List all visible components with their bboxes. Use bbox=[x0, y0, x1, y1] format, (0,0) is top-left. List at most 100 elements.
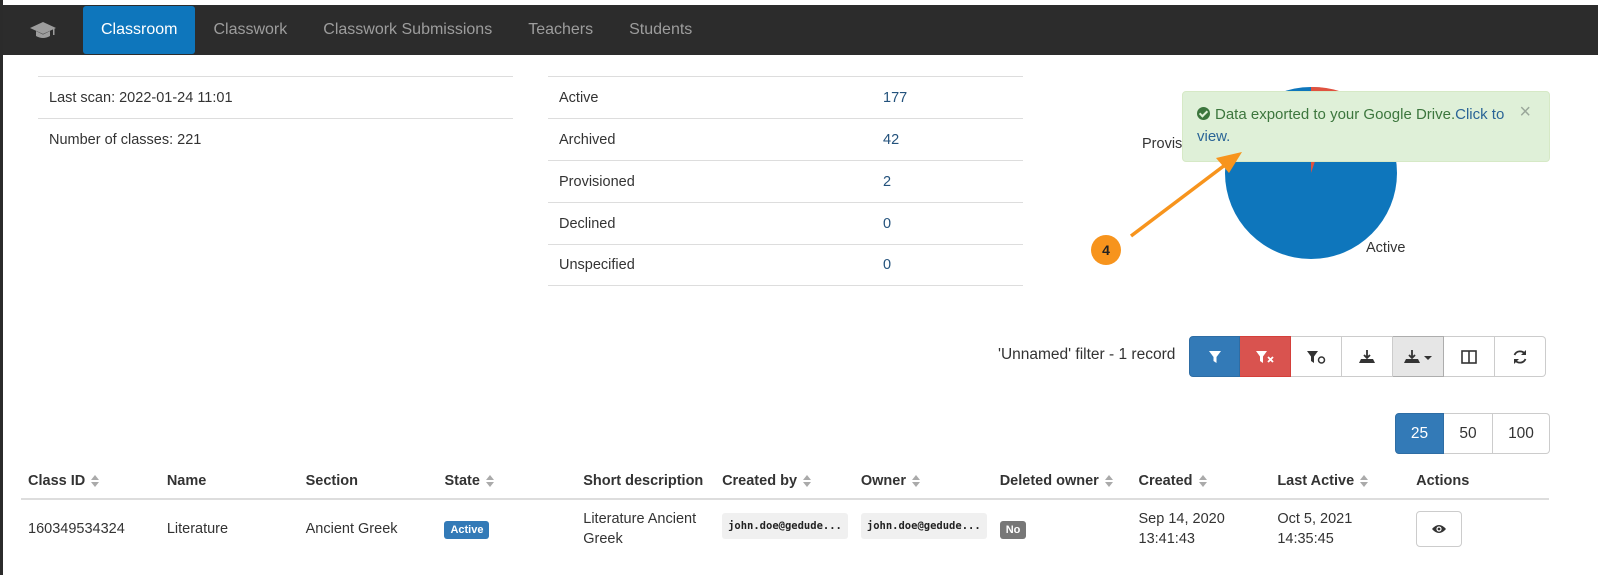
alert-message: Data exported to your Google Drive. bbox=[1215, 106, 1456, 123]
cell-section: Ancient Greek bbox=[305, 521, 398, 537]
cell-last-active: Oct 5, 2021 14:35:45 bbox=[1277, 511, 1353, 547]
state-count-link[interactable]: 0 bbox=[883, 216, 891, 232]
cell-owner: john.doe@gedude... bbox=[854, 513, 993, 545]
refresh-icon bbox=[1513, 349, 1527, 364]
number-of-classes: Number of classes: 221 bbox=[38, 118, 513, 160]
pie-label-active: Active bbox=[1366, 240, 1406, 256]
header-label: Class ID bbox=[28, 473, 86, 489]
col-header-actions: Actions bbox=[1409, 473, 1549, 489]
export-button[interactable] bbox=[1342, 336, 1393, 377]
col-header-owner[interactable]: Owner bbox=[854, 473, 993, 489]
window-frame bbox=[0, 0, 3, 575]
col-header-class-id[interactable]: Class ID bbox=[21, 473, 160, 489]
state-row-active: Active 177 bbox=[548, 76, 1023, 118]
top-navbar: Classroom Classwork Classwork Submission… bbox=[3, 5, 1598, 55]
state-badge: Active bbox=[444, 520, 490, 539]
filter-settings-button[interactable] bbox=[1291, 336, 1342, 377]
clear-filter-button[interactable] bbox=[1240, 336, 1291, 377]
header-label: Section bbox=[305, 473, 358, 489]
state-row-archived: Archived 42 bbox=[548, 118, 1023, 160]
col-header-short-description: Short description bbox=[576, 473, 715, 489]
last-scan: Last scan: 2022-01-24 11:01 bbox=[38, 76, 513, 118]
export-dropdown-icon bbox=[1404, 349, 1432, 363]
table-header: Class ID Name Section State Short descri… bbox=[21, 464, 1549, 500]
export-dropdown-button[interactable] bbox=[1393, 336, 1444, 377]
state-count-link[interactable]: 177 bbox=[883, 90, 907, 106]
sort-icon bbox=[91, 475, 100, 487]
table-row: 160349534324 Literature Ancient Greek Ac… bbox=[21, 500, 1549, 558]
cell-created: Sep 14, 2020 13:41:43 bbox=[1138, 511, 1225, 547]
owner-email: john.doe@gedude... bbox=[860, 513, 987, 539]
filter-icon bbox=[1208, 350, 1221, 363]
export-success-alert: Data exported to your Google Drive.Click… bbox=[1182, 91, 1550, 162]
cell-deleted-owner: No bbox=[993, 519, 1132, 540]
page-size-selector: 25 50 100 bbox=[1395, 413, 1550, 454]
state-label: Declined bbox=[559, 215, 616, 232]
col-header-deleted-owner[interactable]: Deleted owner bbox=[993, 473, 1132, 489]
nav-tab-teachers[interactable]: Teachers bbox=[510, 5, 611, 55]
nav-tab-classwork-submissions[interactable]: Classwork Submissions bbox=[305, 5, 510, 55]
filter-status: 'Unnamed' filter - 1 record bbox=[998, 346, 1176, 363]
header-label: Last Active bbox=[1277, 473, 1355, 489]
header-label: Deleted owner bbox=[999, 473, 1099, 489]
state-count-link[interactable]: 0 bbox=[883, 257, 891, 273]
deleted-owner-badge: No bbox=[999, 520, 1027, 539]
col-header-created[interactable]: Created bbox=[1132, 473, 1271, 489]
col-header-last-active[interactable]: Last Active bbox=[1270, 473, 1409, 489]
header-label: Short description bbox=[583, 473, 704, 489]
cell-class-id: 160349534324 bbox=[28, 521, 125, 537]
header-label: Name bbox=[166, 473, 207, 489]
annotation-step-badge: 4 bbox=[1091, 235, 1121, 265]
cell-name: Literature bbox=[166, 521, 229, 537]
refresh-button[interactable] bbox=[1495, 336, 1546, 377]
header-label: Created bbox=[1138, 473, 1193, 489]
cell-short-description: Literature Ancient Greek bbox=[583, 511, 697, 547]
col-header-state[interactable]: State bbox=[437, 473, 576, 489]
state-count-link[interactable]: 42 bbox=[883, 132, 899, 148]
state-label: Archived bbox=[559, 131, 616, 148]
header-label: State bbox=[444, 473, 480, 489]
created-by-email: john.doe@gedude... bbox=[722, 513, 849, 539]
nav-tab-students[interactable]: Students bbox=[611, 5, 710, 55]
col-header-section: Section bbox=[299, 473, 438, 489]
cell-created-by: john.doe@gedude... bbox=[715, 513, 854, 545]
pie-label-provisioned: Provis bbox=[1142, 136, 1183, 152]
header-label: Actions bbox=[1416, 473, 1470, 489]
page-size-25[interactable]: 25 bbox=[1395, 413, 1444, 454]
columns-button[interactable] bbox=[1444, 336, 1495, 377]
eye-icon bbox=[1432, 525, 1447, 533]
sort-icon bbox=[803, 475, 812, 487]
sort-icon bbox=[1360, 475, 1369, 487]
check-circle-icon bbox=[1197, 107, 1210, 120]
sort-icon bbox=[912, 475, 920, 487]
filter-settings-icon bbox=[1307, 350, 1326, 364]
close-icon[interactable]: × bbox=[1519, 102, 1531, 122]
header-label: Created by bbox=[722, 473, 798, 489]
filter-button[interactable] bbox=[1189, 336, 1240, 377]
page-size-50[interactable]: 50 bbox=[1444, 413, 1493, 454]
state-count-link[interactable]: 2 bbox=[883, 174, 891, 190]
classes-table: Class ID Name Section State Short descri… bbox=[21, 464, 1549, 558]
state-row-provisioned: Provisioned 2 bbox=[548, 160, 1023, 202]
cell-state: Active bbox=[437, 519, 576, 540]
header-label: Owner bbox=[860, 473, 906, 489]
col-header-created-by[interactable]: Created by bbox=[715, 473, 854, 489]
clear-filter-icon bbox=[1256, 350, 1274, 363]
nav-tab-classroom[interactable]: Classroom bbox=[83, 6, 196, 54]
state-row-unspecified: Unspecified 0 bbox=[548, 244, 1023, 286]
col-header-name: Name bbox=[160, 473, 299, 489]
columns-icon bbox=[1461, 349, 1477, 364]
state-label: Active bbox=[559, 89, 599, 106]
cell-actions bbox=[1409, 511, 1549, 547]
sort-icon bbox=[1104, 475, 1113, 487]
export-icon bbox=[1359, 349, 1375, 363]
nav-tab-classwork[interactable]: Classwork bbox=[195, 5, 305, 55]
state-counts-table: Active 177 Archived 42 Provisioned 2 Dec… bbox=[548, 76, 1023, 286]
sort-icon bbox=[1198, 475, 1207, 487]
graduation-cap-icon[interactable] bbox=[3, 5, 83, 55]
page-size-100[interactable]: 100 bbox=[1493, 413, 1550, 454]
state-label: Provisioned bbox=[559, 173, 635, 190]
view-button[interactable] bbox=[1416, 511, 1463, 547]
summary-table: Last scan: 2022-01-24 11:01 Number of cl… bbox=[38, 76, 513, 160]
state-row-declined: Declined 0 bbox=[548, 202, 1023, 244]
